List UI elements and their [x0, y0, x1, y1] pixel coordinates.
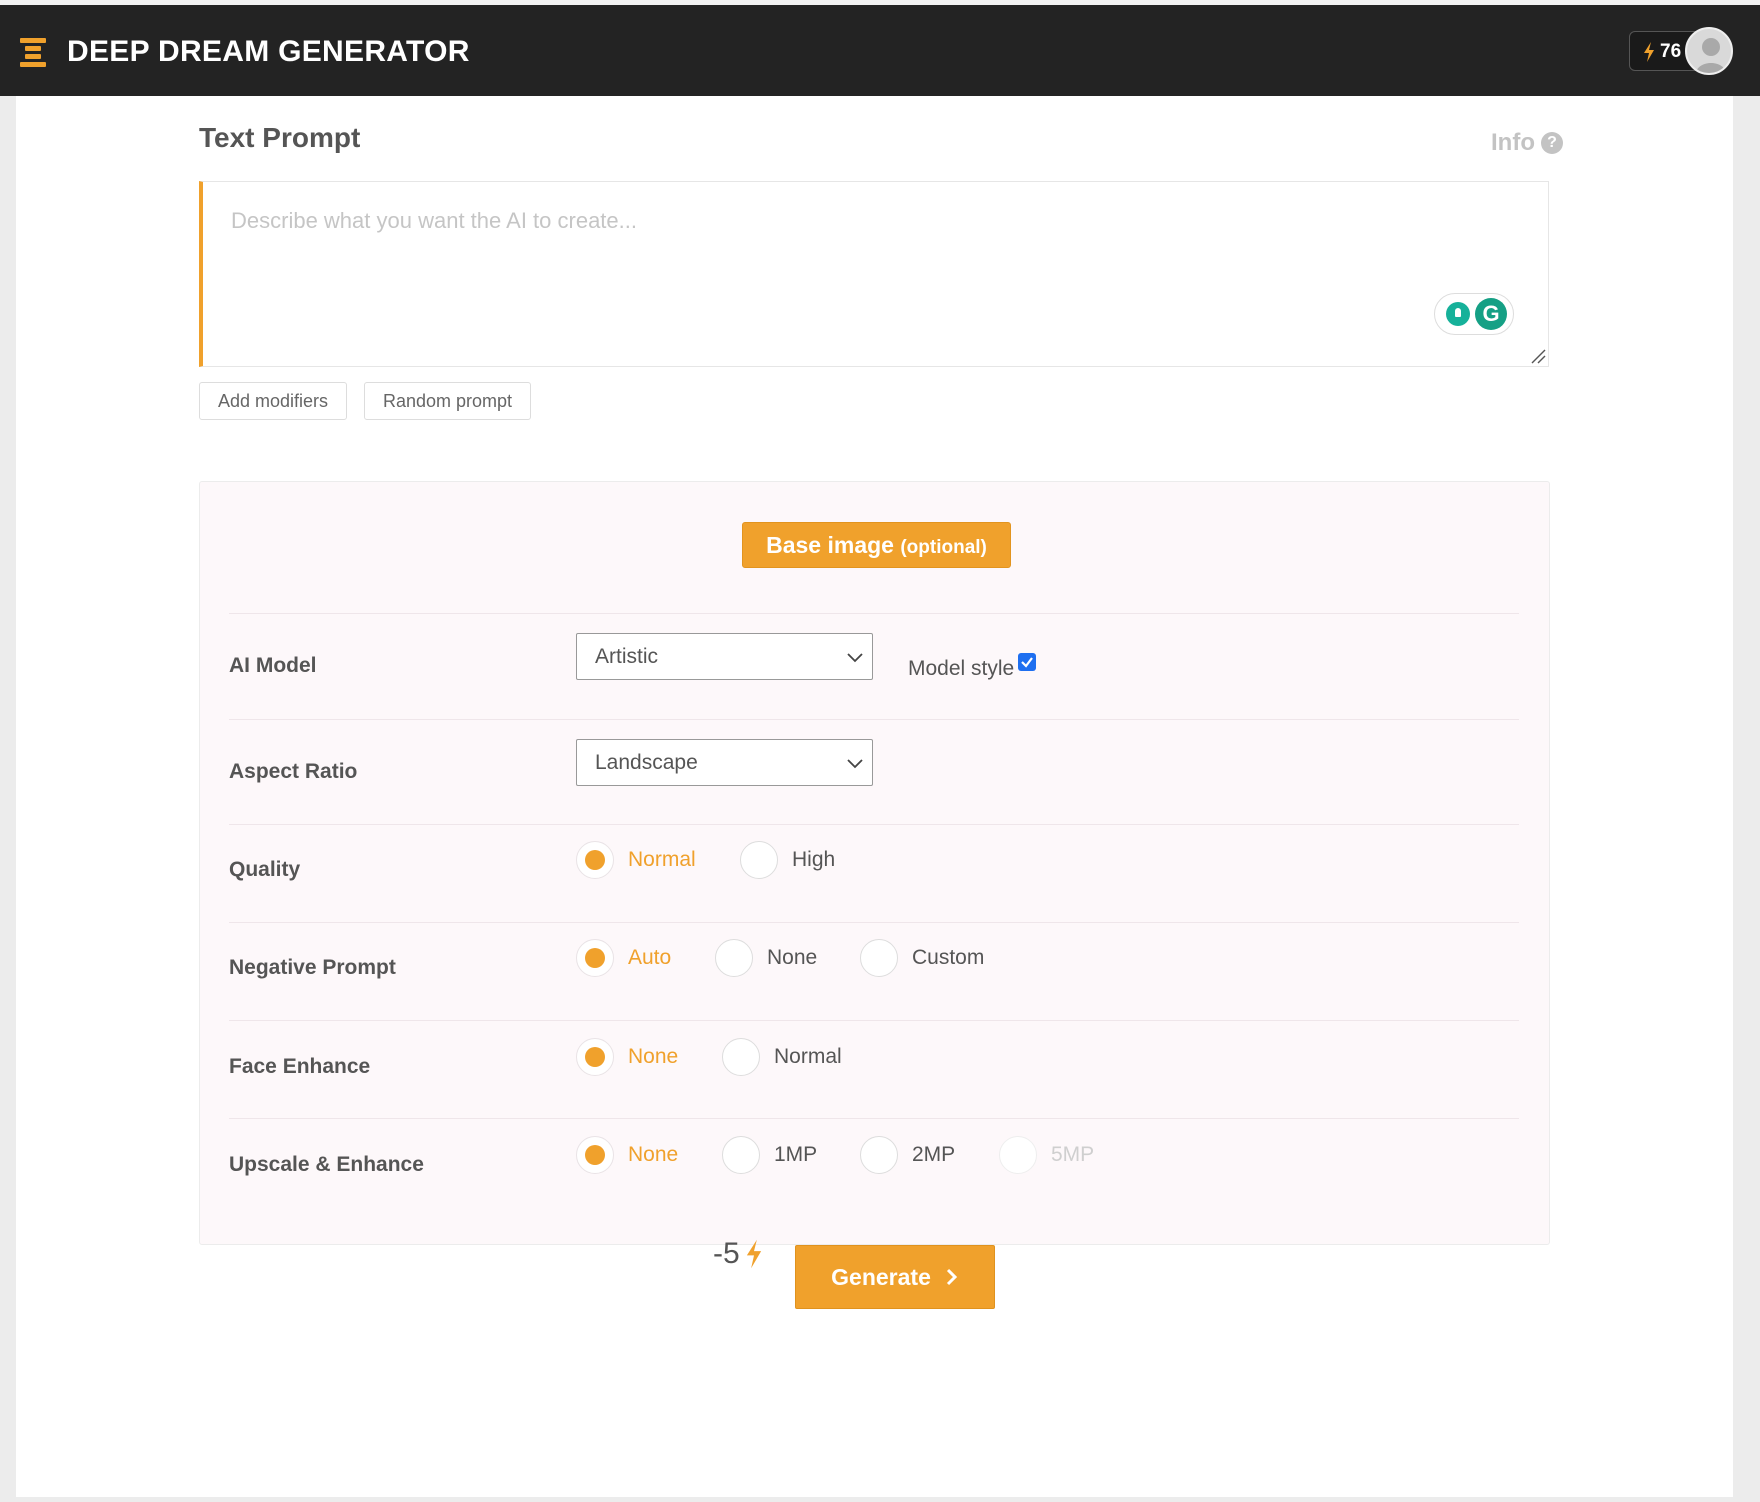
quality-radio-normal[interactable]: Normal — [576, 841, 696, 879]
info-link[interactable]: Info ? — [1491, 129, 1563, 157]
negative-prompt-radio-custom[interactable]: Custom — [860, 939, 984, 977]
upscale-radio-none[interactable]: None — [576, 1136, 678, 1174]
divider — [229, 719, 1519, 720]
base-image-label: Base image — [766, 532, 894, 558]
negative-prompt-label: Negative Prompt — [229, 956, 396, 979]
generation-settings-panel: Base image (optional) AI Model Artistic … — [199, 481, 1550, 1245]
radio-label: High — [792, 848, 836, 871]
model-style-label: Model style — [908, 657, 1015, 680]
energy-cost: -5 — [713, 1237, 764, 1271]
face-enhance-radio-normal[interactable]: Normal — [722, 1038, 842, 1076]
aspect-ratio-label: Aspect Ratio — [229, 760, 358, 783]
radio-circle — [576, 1038, 614, 1076]
radio-label: 1MP — [774, 1143, 818, 1166]
radio-circle — [722, 1136, 760, 1174]
radio-circle — [740, 841, 778, 879]
upscale-radio-5mp: 5MP — [999, 1136, 1094, 1174]
divider — [229, 824, 1519, 825]
quality-radio-high[interactable]: High — [740, 841, 835, 879]
chevron-right-icon — [946, 1268, 957, 1286]
lightning-bolt-icon — [1644, 42, 1654, 62]
base-image-button[interactable]: Base image (optional) — [742, 522, 1011, 568]
upscale-enhance-label: Upscale & Enhance — [229, 1153, 424, 1176]
radio-circle — [999, 1136, 1037, 1174]
lightning-bolt-icon — [746, 1239, 761, 1269]
ai-model-value: Artistic — [595, 645, 658, 668]
base-image-optional: (optional) — [900, 537, 987, 558]
user-silhouette-icon — [1695, 38, 1727, 73]
prompt-textarea[interactable] — [199, 181, 1549, 367]
chevron-down-icon — [847, 653, 863, 663]
top-navbar: DEEP DREAM GENERATOR 76 — [0, 5, 1760, 96]
energy-count: 76 — [1660, 41, 1682, 62]
generate-label: Generate — [831, 1263, 931, 1290]
divider — [229, 613, 1519, 614]
radio-label: Normal — [774, 1045, 842, 1068]
divider — [229, 1020, 1519, 1021]
radio-label: None — [628, 1045, 679, 1068]
grammarly-widget[interactable]: G — [1434, 293, 1514, 335]
lightbulb-icon — [1446, 302, 1470, 326]
radio-label: Custom — [912, 946, 985, 969]
upscale-radio-2mp[interactable]: 2MP — [860, 1136, 955, 1174]
radio-circle — [576, 939, 614, 977]
radio-label: 2MP — [912, 1143, 956, 1166]
model-style-checkbox[interactable] — [1018, 653, 1036, 671]
resize-grip-icon[interactable] — [1530, 348, 1546, 364]
brand-title[interactable]: DEEP DREAM GENERATOR — [67, 35, 470, 69]
cost-value: -5 — [713, 1237, 740, 1270]
radio-circle — [860, 939, 898, 977]
add-modifiers-button[interactable]: Add modifiers — [199, 382, 348, 420]
info-label: Info — [1491, 129, 1535, 156]
radio-label: Normal — [628, 848, 696, 871]
radio-circle — [722, 1038, 760, 1076]
question-circle-icon: ? — [1541, 132, 1563, 154]
radio-circle — [715, 939, 753, 977]
radio-circle — [576, 1136, 614, 1174]
divider — [229, 1118, 1519, 1119]
upscale-radio-1mp[interactable]: 1MP — [722, 1136, 817, 1174]
negative-prompt-radio-auto[interactable]: Auto — [576, 939, 671, 977]
aspect-ratio-value: Landscape — [595, 751, 698, 774]
user-avatar[interactable] — [1685, 27, 1733, 75]
menu-logo-icon[interactable] — [20, 38, 46, 68]
radio-label: None — [628, 1143, 679, 1166]
grammarly-icon: G — [1475, 298, 1507, 330]
text-prompt-title: Text Prompt — [199, 122, 361, 153]
radio-circle — [576, 841, 614, 879]
radio-label: None — [767, 946, 818, 969]
quality-label: Quality — [229, 858, 301, 881]
chevron-down-icon — [847, 759, 863, 769]
generate-button[interactable]: Generate — [795, 1245, 995, 1309]
ai-model-select[interactable]: Artistic — [576, 633, 873, 680]
divider — [229, 922, 1519, 923]
random-prompt-button[interactable]: Random prompt — [364, 382, 532, 420]
radio-circle — [860, 1136, 898, 1174]
radio-label: 5MP — [1051, 1143, 1095, 1166]
face-enhance-label: Face Enhance — [229, 1055, 371, 1078]
checkmark-icon — [1021, 657, 1033, 668]
aspect-ratio-select[interactable]: Landscape — [576, 739, 873, 786]
ai-model-label: AI Model — [229, 654, 317, 677]
negative-prompt-radio-none[interactable]: None — [715, 939, 817, 977]
radio-label: Auto — [628, 946, 672, 969]
face-enhance-radio-none[interactable]: None — [576, 1038, 678, 1076]
